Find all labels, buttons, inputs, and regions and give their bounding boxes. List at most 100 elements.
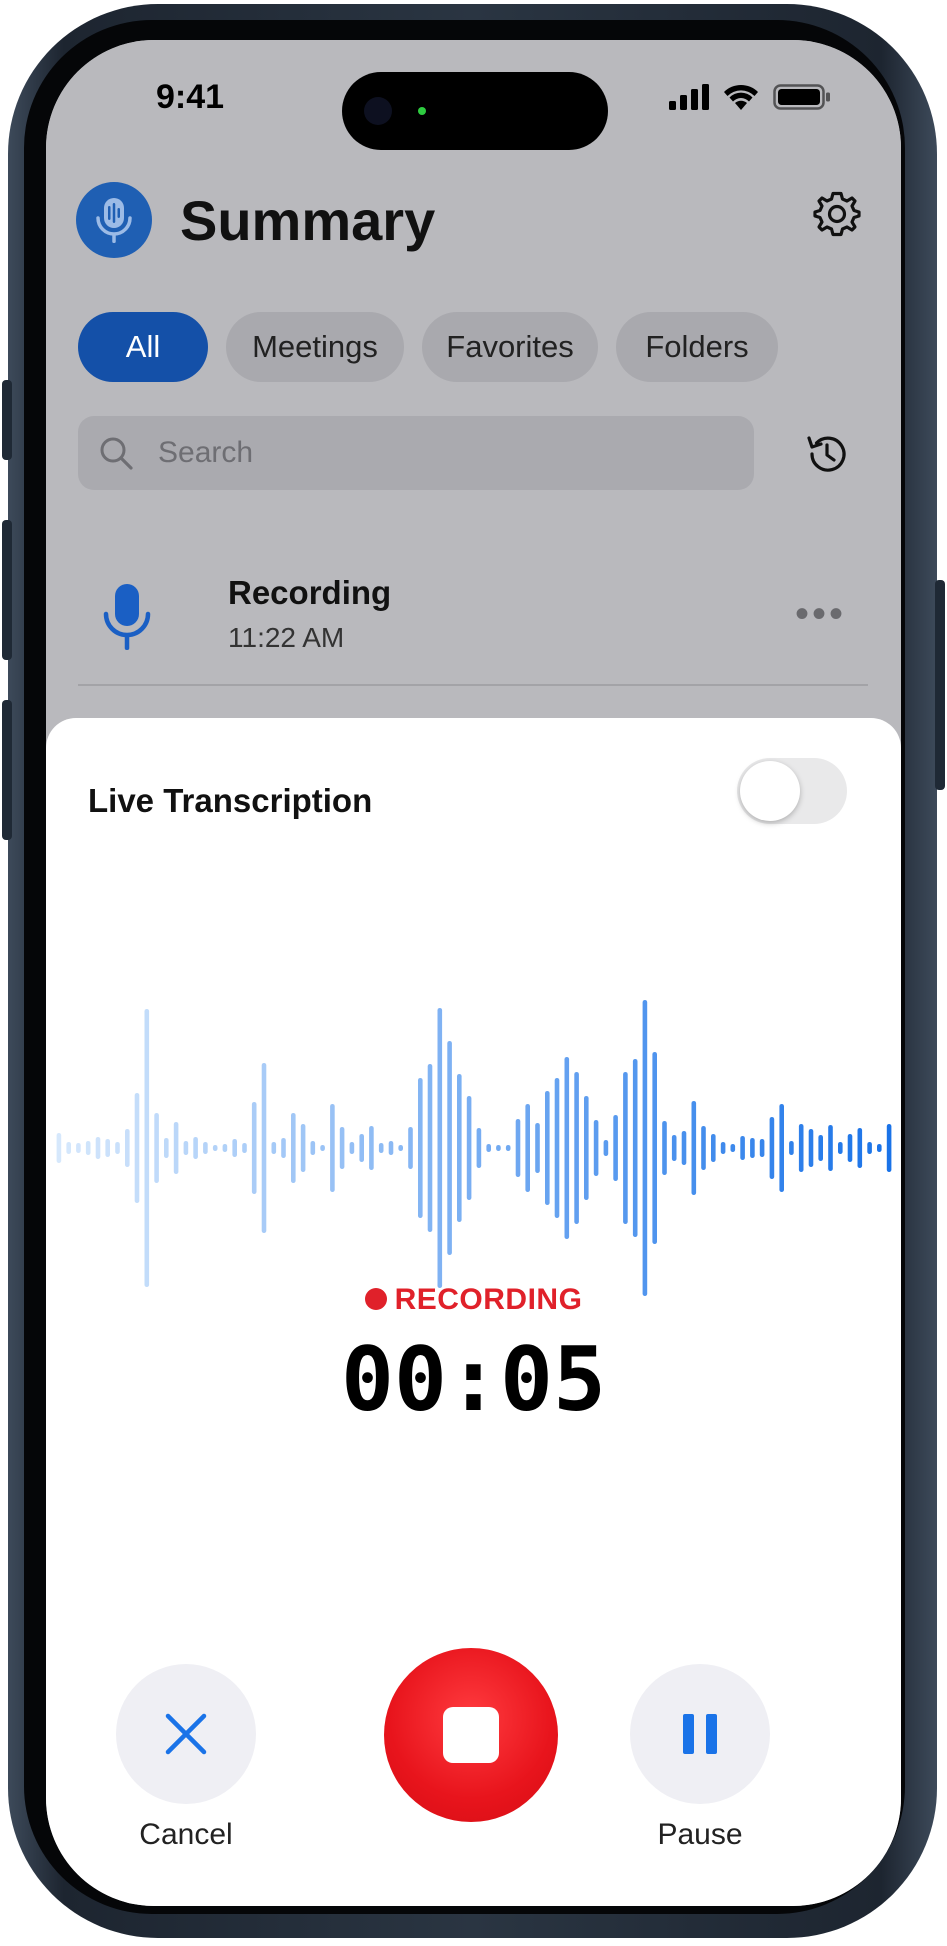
waveform-bar [193, 1137, 198, 1159]
cancel-button[interactable] [116, 1664, 256, 1804]
waveform-bar [720, 1142, 726, 1154]
status-icons [669, 84, 831, 110]
waveform-bar [232, 1139, 237, 1157]
dynamic-island [342, 72, 608, 150]
waveform-bar [330, 1104, 335, 1192]
signal-icon [669, 84, 709, 110]
waveform-bar [242, 1143, 247, 1153]
waveform-bar [271, 1142, 277, 1154]
pause-icon [683, 1714, 717, 1754]
waveform-bar [418, 1078, 423, 1218]
waveform-bar [320, 1145, 325, 1151]
waveform-bar [808, 1129, 814, 1167]
waveform-bar [476, 1128, 482, 1168]
waveform-bar [369, 1126, 374, 1170]
stop-icon [443, 1707, 499, 1763]
waveform-bar [115, 1142, 120, 1154]
waveform-bar [652, 1052, 657, 1244]
waveform-bar [554, 1078, 560, 1218]
waveform-bar [85, 1141, 91, 1155]
waveform-bar [613, 1115, 618, 1181]
waveform-bar [281, 1138, 286, 1158]
search-bar [78, 416, 754, 490]
filter-all[interactable]: All [78, 312, 208, 382]
waveform-bar [300, 1124, 306, 1172]
waveform-bar [564, 1057, 570, 1239]
mic-icon [102, 582, 152, 659]
waveform-bar [711, 1134, 716, 1162]
waveform-bar [545, 1091, 550, 1205]
waveform-bar [457, 1074, 462, 1222]
waveform-bar [291, 1113, 296, 1183]
history-icon[interactable] [803, 430, 851, 483]
waveform-bar [105, 1139, 110, 1157]
waveform-bar [886, 1124, 892, 1172]
waveform-bar [339, 1127, 345, 1169]
filter-chips: All Meetings Favorites Folders [78, 312, 778, 382]
gear-icon[interactable] [813, 190, 861, 243]
waveform-bar [76, 1143, 81, 1153]
audio-waveform [56, 1000, 892, 1296]
waveform-bar [447, 1041, 452, 1255]
page-title: Summary [180, 189, 436, 252]
waveform-bar [847, 1134, 853, 1162]
waveform-bar [408, 1127, 413, 1169]
waveform-bar [877, 1144, 882, 1152]
toggle-knob [740, 761, 800, 821]
recording-time: 11:22 AM [228, 622, 345, 653]
waveform-bar [623, 1072, 628, 1224]
power-button [935, 580, 945, 790]
live-transcription-toggle[interactable] [737, 758, 847, 824]
waveform-bar [603, 1140, 609, 1156]
waveform-bar [681, 1131, 687, 1165]
pause-button[interactable] [630, 1664, 770, 1804]
list-item[interactable]: Recording 11:22 AM ••• [78, 560, 868, 680]
waveform-bar [525, 1104, 530, 1192]
waveform-bar [740, 1136, 745, 1160]
camera-indicator-icon [418, 107, 426, 115]
filter-folders[interactable]: Folders [616, 312, 778, 382]
search-icon [100, 437, 133, 470]
waveform-bar [56, 1133, 62, 1163]
waveform-bar [535, 1123, 540, 1173]
waveform-bar [818, 1135, 823, 1161]
divider [78, 684, 868, 686]
recording-timer: 00:05 [341, 1328, 606, 1431]
status-time: 9:41 [156, 78, 225, 116]
camera-icon [364, 97, 392, 125]
screen: 9:41 Summary All Meetings Favorites Fold… [46, 40, 901, 1906]
recording-title: Recording [228, 574, 392, 611]
waveform-bar [349, 1142, 355, 1154]
waveform-bar [632, 1059, 638, 1237]
close-icon [165, 1713, 207, 1755]
waveform-bar [515, 1119, 521, 1177]
wifi-icon [724, 84, 758, 110]
waveform-bar [437, 1008, 443, 1288]
recording-dot-icon [364, 1288, 387, 1310]
filter-favorites[interactable]: Favorites [422, 312, 598, 382]
waveform-bar [203, 1142, 208, 1154]
waveform-bar [691, 1101, 697, 1195]
waveform-bar [779, 1104, 784, 1192]
waveform-bar [144, 1009, 150, 1287]
waveform-bar [584, 1096, 589, 1200]
waveform-bar [828, 1125, 833, 1171]
ellipsis-icon[interactable]: ••• [795, 592, 846, 637]
live-transcription-label: Live Transcription [88, 782, 373, 819]
waveform-bar [750, 1138, 755, 1158]
volume-down-button [2, 700, 12, 840]
waveform-bar [662, 1121, 667, 1175]
battery-icon [773, 84, 830, 110]
waveform-bar [574, 1072, 579, 1224]
stop-button[interactable] [384, 1648, 558, 1822]
recording-sheet: Live Transcription RECORDING 00:05 Cance… [46, 718, 901, 1906]
recording-status-text: RECORDING [394, 1283, 583, 1316]
search-input[interactable] [156, 435, 680, 471]
waveform-bar [642, 1000, 648, 1296]
waveform-bar [867, 1142, 872, 1154]
waveform-bar [730, 1144, 736, 1152]
filter-meetings[interactable]: Meetings [226, 312, 404, 382]
waveform-bar [212, 1145, 218, 1151]
waveform-bar [95, 1137, 101, 1159]
waveform-bar [251, 1102, 257, 1194]
